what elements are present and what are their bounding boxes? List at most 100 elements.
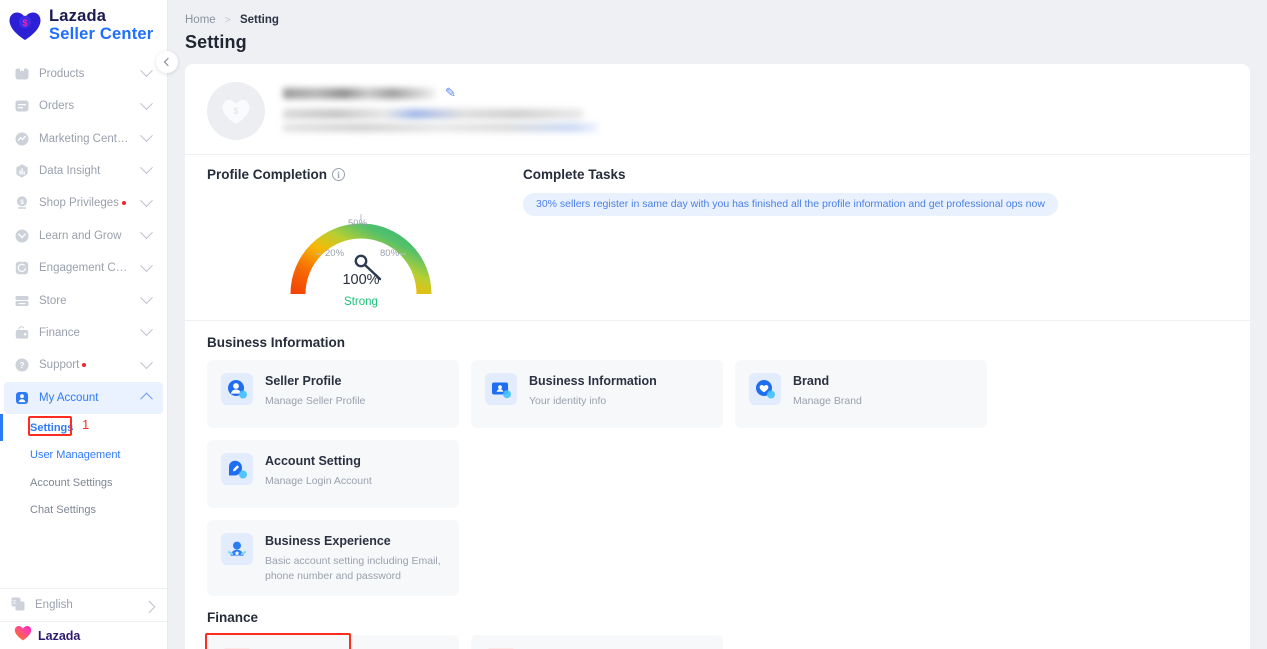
profile-meta2-redacted: [283, 123, 598, 132]
card-business-experience[interactable]: Business Experience Basic account settin…: [207, 520, 459, 597]
complete-tasks-section: Complete Tasks 30% sellers register in s…: [515, 167, 1250, 310]
svg-text:$: $: [22, 18, 27, 28]
card-title: Business Information: [529, 374, 657, 388]
lazada-heart-logo-icon: $: [8, 11, 42, 41]
learn-icon: [14, 228, 30, 244]
business-information-cards: Seller Profile Manage Seller Profile Bus…: [185, 350, 1250, 508]
annotation-number-1: 1: [82, 416, 90, 432]
sidebar-label-account-settings: Account Settings: [30, 476, 113, 489]
card-body: Business Information Your identity info: [529, 373, 657, 416]
card-subtitle: Manage Seller Profile: [265, 395, 366, 407]
sidebar-item-learn-and-grow[interactable]: Learn and Grow: [4, 220, 163, 252]
notification-dot: [121, 201, 126, 206]
sidebar-nav: Products Orders Marketing Center Data In…: [0, 58, 167, 524]
sidebar-item-support[interactable]: ? Support: [4, 349, 163, 381]
business-experience-icon: [221, 533, 253, 565]
finance-icon: [14, 325, 30, 341]
breadcrumb-separator: >: [224, 15, 231, 26]
card-title: Account Setting: [265, 454, 361, 468]
gauge-tick-80: 80%: [380, 248, 400, 259]
account-setting-icon: [221, 453, 253, 485]
sidebar-item-store[interactable]: Store: [4, 284, 163, 316]
sidebar-label-support: Support: [39, 359, 133, 371]
lazada-footer-logo-icon: [14, 625, 32, 646]
card-commission[interactable]: $ Commission Manage Commission: [471, 635, 723, 649]
profile-header: $ ✎: [185, 64, 1250, 155]
products-icon: [14, 66, 30, 82]
profile-details: ✎: [283, 82, 1230, 132]
sidebar-label-store: Store: [39, 294, 67, 307]
gauge-percent-value: 100%: [342, 272, 380, 288]
sidebar-item-data-insight[interactable]: Data Insight: [4, 155, 163, 187]
engagement-icon: [14, 260, 30, 276]
breadcrumb-current: Setting: [239, 14, 279, 26]
chevron-up-icon: [140, 392, 153, 406]
language-icon: 文: [10, 596, 26, 615]
card-seller-profile[interactable]: Seller Profile Manage Seller Profile: [207, 360, 459, 428]
card-business-information[interactable]: Business Information Your identity info: [471, 360, 723, 428]
sidebar-item-finance[interactable]: Finance: [4, 317, 163, 349]
chevron-down-icon: [140, 129, 153, 143]
profile-completion-heading: Profile Completion i: [207, 167, 515, 182]
sidebar-label-my-account: My Account: [39, 391, 99, 404]
sidebar-item-marketing-center[interactable]: Marketing Center: [4, 122, 163, 154]
chevron-down-icon: [140, 226, 153, 240]
sidebar: $ Lazada Seller Center Products Orders M…: [0, 0, 178, 649]
profile-completion-section: Profile Completion i 50% 20% 80% 100% St…: [185, 167, 515, 310]
card-bank-account[interactable]: Bank Account Manage Bank: [205, 633, 459, 649]
language-label: English: [35, 599, 73, 611]
brand-logo[interactable]: $ Lazada Seller Center: [0, 0, 167, 52]
sidebar-label-engagement-center: Engagement Center: [39, 262, 133, 275]
chevron-down-icon: [140, 258, 153, 272]
svg-text:$: $: [20, 200, 24, 207]
card-body: Seller Profile Manage Seller Profile: [265, 373, 365, 416]
profile-completion-gauge: 50% 20% 80% 100% Strong: [281, 192, 441, 310]
gauge-status-label: Strong: [344, 296, 378, 308]
card-subtitle: Manage Brand: [793, 395, 862, 407]
card-subtitle: Your identity info: [529, 395, 607, 407]
avatar: $: [207, 82, 265, 140]
card-account-setting[interactable]: Account Setting Manage Login Account: [207, 440, 459, 508]
sidebar-item-orders[interactable]: Orders: [4, 90, 163, 122]
sidebar-item-account-settings[interactable]: Account Settings: [0, 469, 167, 497]
card-body: Brand Manage Brand: [793, 373, 862, 416]
language-selector[interactable]: 文 English: [0, 588, 167, 621]
chevron-down-icon: [140, 356, 153, 369]
info-circle-icon[interactable]: i: [332, 168, 346, 181]
sidebar-label-orders: Orders: [39, 100, 75, 113]
sidebar-footer-brand: Lazada: [0, 621, 167, 649]
sidebar-item-my-account[interactable]: My Account: [4, 381, 163, 414]
profile-meta-redacted: [283, 109, 583, 119]
gauge-tick-50: 50%: [348, 218, 368, 229]
support-icon: ?: [14, 357, 30, 373]
annotation-box-2: [205, 633, 351, 649]
chevron-down-icon: [140, 291, 153, 305]
pencil-edit-icon[interactable]: ✎: [445, 85, 456, 101]
lazada-footer-text: Lazada: [38, 628, 81, 643]
finance-cards: Bank Account Manage Bank 2 $ Commission …: [185, 625, 1250, 649]
sidebar-item-shop-privileges[interactable]: $ Shop Privileges: [4, 187, 163, 219]
chevron-right-icon: [142, 600, 156, 613]
sidebar-label-finance: Finance: [39, 326, 80, 339]
sidebar-item-products[interactable]: Products: [4, 58, 163, 90]
card-title: Seller Profile: [265, 374, 342, 388]
sidebar-label-chat-settings: Chat Settings: [30, 504, 97, 517]
card-body: Account Setting Manage Login Account: [265, 453, 372, 496]
sidebar-collapse-button[interactable]: [156, 51, 178, 73]
settings-panel: $ ✎ Profile Completion i 50% 20% 80% 100…: [185, 64, 1250, 649]
privileges-icon: $: [14, 195, 30, 211]
marketing-icon: [14, 131, 30, 147]
sidebar-item-chat-settings[interactable]: Chat Settings: [0, 496, 167, 524]
account-icon: [14, 390, 30, 406]
breadcrumb-home[interactable]: Home: [185, 14, 216, 26]
sidebar-item-user-management[interactable]: User Management: [0, 441, 167, 469]
svg-text:文: 文: [12, 599, 17, 606]
sidebar-label-learn-and-grow: Learn and Grow: [39, 229, 122, 242]
card-brand[interactable]: Brand Manage Brand: [735, 360, 987, 428]
sidebar-item-engagement-center[interactable]: Engagement Center: [4, 252, 163, 284]
complete-tasks-title: Complete Tasks: [523, 167, 626, 182]
notification-dot: [130, 136, 133, 141]
id-card-icon: [485, 373, 517, 405]
page-title: Setting: [185, 32, 247, 52]
